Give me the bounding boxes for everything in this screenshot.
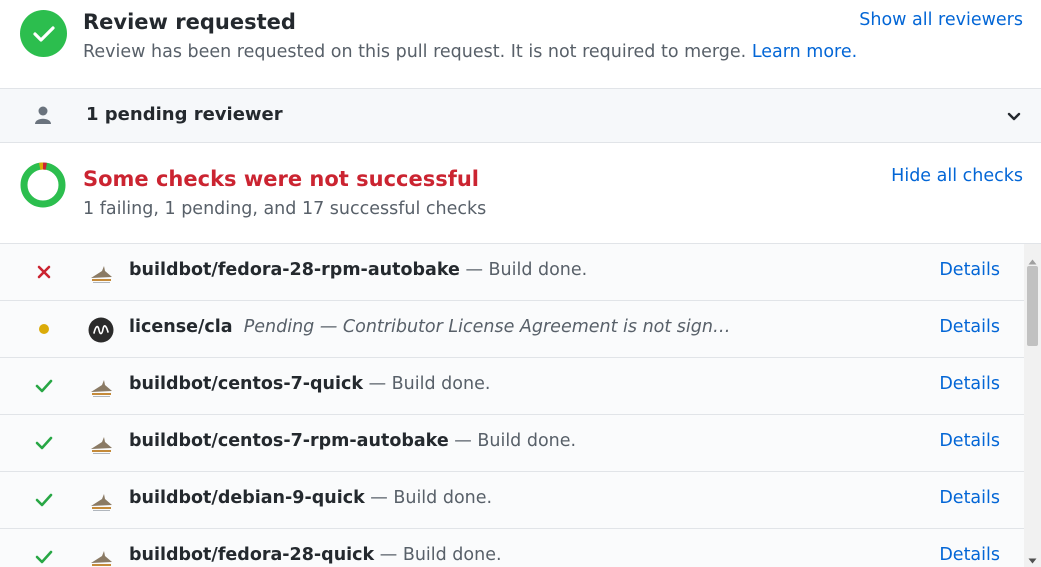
pending-reviewer-toggle[interactable]: 1 pending reviewer — [0, 88, 1041, 143]
check-text: buildbot/debian-9-quick — Build done. — [129, 488, 492, 508]
check-text: buildbot/fedora-28-rpm-autobake — Build … — [129, 260, 587, 280]
check-row: buildbot/debian-9-quick — Build done. De… — [0, 472, 1024, 529]
check-row: buildbot/centos-7-quick — Build done. De… — [0, 358, 1024, 415]
checks-summary: 1 failing, 1 pending, and 17 successful … — [83, 199, 487, 219]
check-row: buildbot/centos-7-rpm-autobake — Build d… — [0, 415, 1024, 472]
check-text: buildbot/fedora-28-quick — Build done. — [129, 545, 502, 565]
person-icon — [33, 105, 53, 129]
learn-more-link[interactable]: Learn more. — [752, 42, 857, 62]
review-title: Review requested — [83, 10, 296, 34]
checks-summary-section: Some checks were not successful 1 failin… — [0, 143, 1041, 244]
buildbot-icon — [88, 488, 114, 514]
check-text: buildbot/centos-7-rpm-autobake — Build d… — [129, 431, 576, 451]
show-all-reviewers-link[interactable]: Show all reviewers — [859, 10, 1023, 30]
checks-list: buildbot/fedora-28-rpm-autobake — Build … — [0, 244, 1024, 567]
details-link[interactable]: Details — [939, 545, 1000, 565]
check-text: license/cla Pending — Contributor Licens… — [129, 317, 731, 337]
check-icon — [34, 547, 54, 567]
check-row: buildbot/fedora-28-quick — Build done. D… — [0, 529, 1024, 567]
check-name: buildbot/centos-7-quick — [129, 374, 364, 394]
details-link[interactable]: Details — [939, 260, 1000, 280]
pending-reviewer-label: 1 pending reviewer — [86, 104, 283, 125]
check-name: buildbot/debian-9-quick — [129, 488, 365, 508]
check-icon — [34, 376, 54, 396]
check-description: — Build done. — [368, 374, 491, 394]
check-name: license/cla — [129, 317, 233, 337]
check-circle-icon — [20, 10, 67, 57]
hide-all-checks-link[interactable]: Hide all checks — [891, 166, 1023, 186]
buildbot-icon — [88, 260, 114, 286]
check-name: buildbot/fedora-28-quick — [129, 545, 375, 565]
buildbot-icon — [88, 431, 114, 457]
review-requested-section: Review requested Review has been request… — [0, 0, 1041, 88]
check-description: — Build done. — [454, 431, 577, 451]
review-description-text: Review has been requested on this pull r… — [83, 42, 747, 62]
buildbot-icon — [88, 545, 114, 567]
cla-icon — [88, 317, 114, 343]
check-description: — Build done. — [379, 545, 502, 565]
details-link[interactable]: Details — [939, 488, 1000, 508]
scroll-down-arrow-icon[interactable] — [1028, 549, 1037, 567]
review-description: Review has been requested on this pull r… — [83, 42, 857, 62]
check-icon — [34, 433, 54, 453]
details-link[interactable]: Details — [939, 317, 1000, 337]
x-icon — [34, 262, 54, 282]
checks-status-ring-icon — [19, 161, 67, 213]
dot-pending-icon — [34, 319, 54, 339]
check-name: buildbot/fedora-28-rpm-autobake — [129, 260, 460, 280]
check-description: — Build done. — [370, 488, 493, 508]
check-name: buildbot/centos-7-rpm-autobake — [129, 431, 449, 451]
checks-title: Some checks were not successful — [83, 167, 480, 191]
check-row: license/cla Pending — Contributor Licens… — [0, 301, 1024, 358]
check-description: Pending — Contributor License Agreement … — [243, 317, 731, 337]
buildbot-icon — [88, 374, 114, 400]
details-link[interactable]: Details — [939, 431, 1000, 451]
checks-scrollbar[interactable] — [1024, 244, 1041, 567]
scrollbar-thumb[interactable] — [1027, 266, 1038, 346]
check-description: — Build done. — [465, 260, 588, 280]
check-icon — [34, 490, 54, 510]
chevron-down-icon[interactable] — [1006, 108, 1022, 127]
check-text: buildbot/centos-7-quick — Build done. — [129, 374, 490, 394]
check-row: buildbot/fedora-28-rpm-autobake — Build … — [0, 244, 1024, 301]
details-link[interactable]: Details — [939, 374, 1000, 394]
